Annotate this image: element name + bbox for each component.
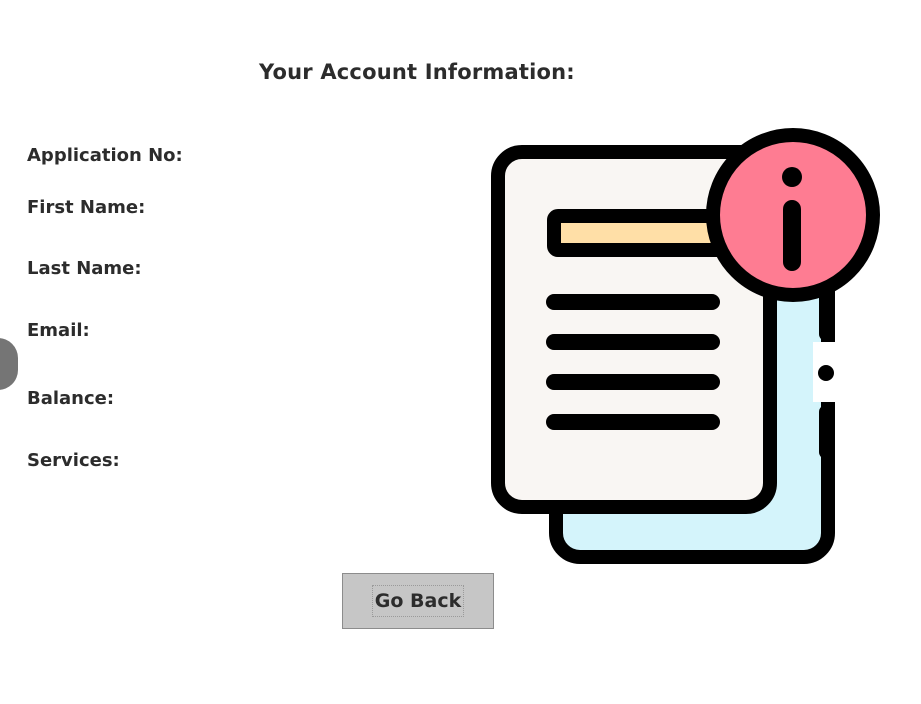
side-scroll-handle[interactable]: [0, 338, 18, 390]
dot-mark: [818, 365, 834, 381]
application-no-label: Application No:: [27, 145, 183, 166]
document-info-icon: [491, 128, 880, 564]
page-title: Your Account Information:: [259, 60, 575, 84]
services-label: Services:: [27, 450, 120, 471]
highlight-line: [547, 209, 731, 257]
balance-label: Balance:: [27, 388, 115, 409]
go-back-button[interactable]: Go Back: [342, 573, 494, 629]
first-name-label: First Name:: [27, 197, 146, 218]
email-label: Email:: [27, 320, 90, 341]
go-back-label: Go Back: [371, 585, 465, 617]
last-name-label: Last Name:: [27, 258, 142, 279]
